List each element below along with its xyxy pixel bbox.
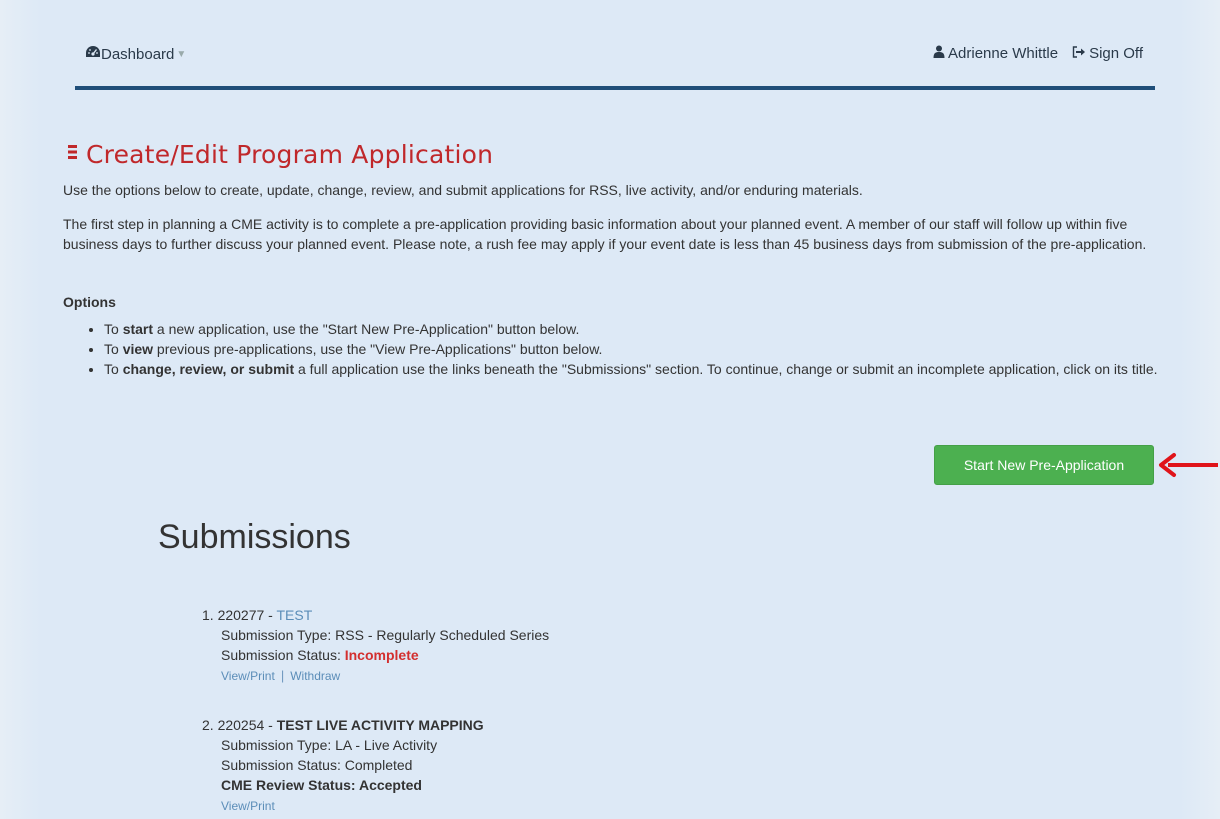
dashboard-menu[interactable]: Dashboard ▼ (85, 45, 186, 63)
submission-actions: View/Print (202, 796, 484, 816)
status-badge: Incomplete (344, 647, 419, 663)
separator: | (280, 668, 285, 683)
withdraw-link[interactable]: Withdraw (290, 666, 340, 686)
submission-actions: View/Print | Withdraw (202, 666, 549, 686)
options-heading: Options (63, 294, 116, 310)
sign-out-icon (1072, 45, 1086, 62)
submission-title-link[interactable]: TEST LIVE ACTIVITY MAPPING (277, 717, 484, 733)
status-badge: Completed (344, 757, 413, 773)
nav-divider (75, 86, 1155, 90)
user-menu[interactable]: Adrienne Whittle (933, 45, 1058, 62)
options-list: To start a new application, use the "Sta… (80, 319, 1184, 379)
view-print-link[interactable]: View/Print (221, 666, 275, 686)
description-paragraph: The first step in planning a CME activit… (63, 216, 1147, 252)
top-nav: Dashboard ▼ Adrienne Whittle Sign Off (75, 36, 1155, 90)
submission-title-link[interactable]: TEST (277, 607, 313, 623)
dashboard-gauge-icon (85, 45, 101, 63)
submissions-heading: Submissions (158, 518, 351, 556)
chevron-down-icon: ▼ (176, 48, 187, 60)
list-icon (68, 144, 78, 165)
sign-off-link[interactable]: Sign Off (1072, 45, 1143, 62)
submission-id: 220254 (217, 717, 265, 733)
user-icon (933, 45, 945, 62)
list-item: 2. 220254 - TEST LIVE ACTIVITY MAPPING S… (202, 715, 484, 816)
page-title-text: Create/Edit Program Application (86, 140, 494, 169)
list-item: 1. 220277 - TEST Submission Type: RSS - … (202, 605, 549, 686)
dashboard-label: Dashboard (101, 45, 175, 63)
red-arrow-icon (1159, 453, 1218, 477)
user-name: Adrienne Whittle (948, 45, 1059, 62)
list-item: To view previous pre-applications, use t… (104, 339, 1184, 359)
submission-id: 220277 (217, 607, 265, 623)
sign-off-label: Sign Off (1089, 45, 1143, 62)
user-nav: Adrienne Whittle Sign Off (933, 45, 1143, 62)
start-new-pre-application-button[interactable]: Start New Pre-Application (934, 445, 1154, 485)
list-item: To start a new application, use the "Sta… (104, 319, 1184, 339)
page-background (0, 0, 1220, 819)
view-print-link[interactable]: View/Print (221, 796, 275, 816)
list-item: To change, review, or submit a full appl… (104, 359, 1184, 379)
review-status: CME Review Status: Accepted (221, 777, 422, 793)
intro-text: Use the options below to create, update,… (63, 182, 863, 198)
page-title: Create/Edit Program Application (68, 140, 493, 169)
